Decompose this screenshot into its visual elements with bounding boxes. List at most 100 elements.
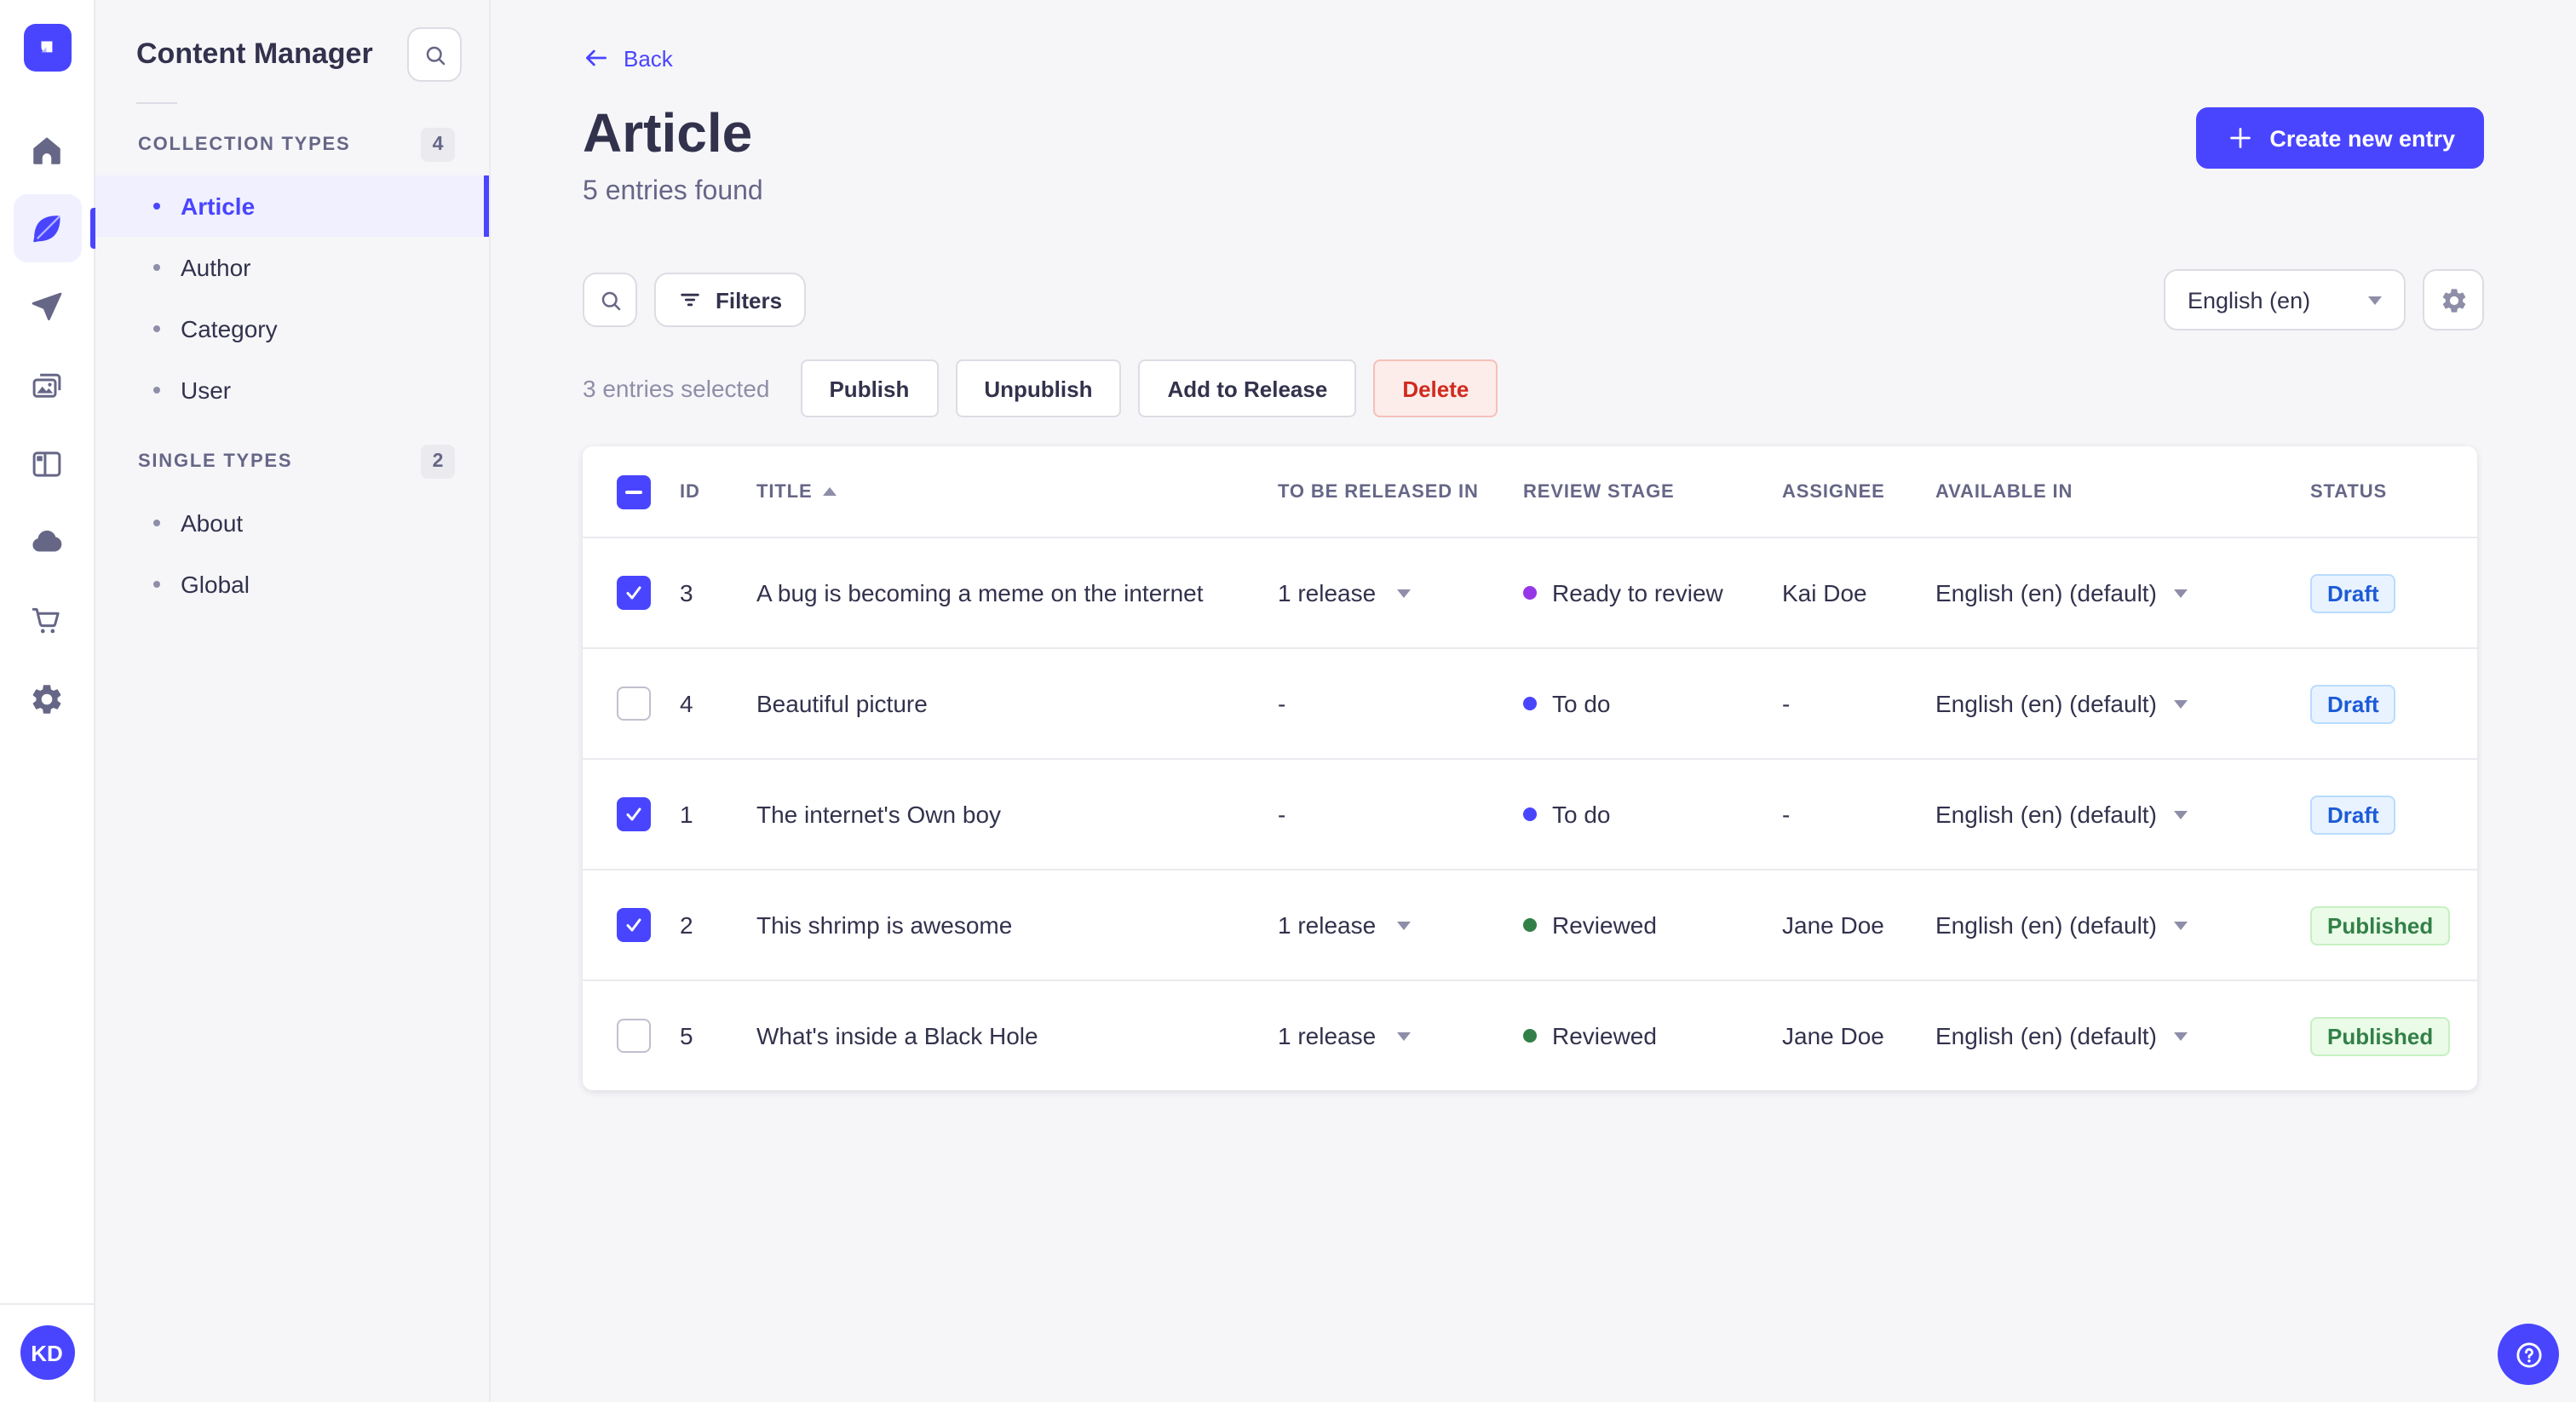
shopping-cart-icon (32, 606, 60, 633)
strapi-logo-icon (40, 41, 52, 53)
cell-title: The internet's Own boy (756, 801, 1002, 828)
cell-id: 3 (680, 579, 693, 606)
column-header-assignee[interactable]: ASSIGNEE (1782, 481, 1935, 502)
nav-deploy[interactable] (13, 508, 81, 576)
locale-label: English (en) (default) (1935, 579, 2157, 606)
column-header-review-stage[interactable]: REVIEW STAGE (1523, 481, 1782, 502)
nav-marketplace[interactable] (13, 586, 81, 654)
section-head: COLLECTION TYPES 4 (95, 114, 489, 175)
locale-select[interactable]: English (en) (2164, 269, 2406, 330)
chevron-down-icon (2368, 296, 2382, 304)
list-search-button[interactable] (583, 273, 637, 327)
select-all-checkbox[interactable] (617, 474, 651, 509)
locale-selected-value: English (en) (2188, 287, 2311, 313)
nav-item-label: About (181, 509, 244, 537)
locale-label: English (en) (default) (1935, 911, 2157, 939)
locale-dropdown[interactable]: English (en) (default) (1935, 579, 2310, 606)
create-new-entry-button[interactable]: Create new entry (2196, 107, 2484, 169)
locale-label: English (en) (default) (1935, 1022, 2157, 1049)
nav-item-label: Global (181, 571, 250, 598)
nav-media-library[interactable] (13, 351, 81, 419)
filter-icon (681, 293, 699, 307)
row-checkbox[interactable] (617, 1019, 651, 1053)
nav-content-manager[interactable] (13, 194, 95, 262)
subnav-item-article[interactable]: Article (95, 175, 489, 237)
release-dropdown[interactable]: 1 release (1278, 1022, 1523, 1049)
view-settings-button[interactable] (2423, 269, 2484, 330)
toolbar: Filters English (en) (583, 269, 2484, 330)
nav-home[interactable] (13, 116, 81, 184)
gear-icon (2441, 288, 2465, 312)
help-button[interactable] (2498, 1324, 2559, 1385)
section-count-badge: 2 (421, 445, 455, 479)
nav-item-label: Category (181, 315, 278, 342)
table-row[interactable]: 2 This shrimp is awesome 1 release Revie… (583, 869, 2477, 980)
arrow-left-icon (586, 49, 607, 66)
locale-dropdown[interactable]: English (en) (default) (1935, 911, 2310, 939)
release-label: - (1278, 690, 1286, 717)
subnav-search-button[interactable] (407, 27, 462, 82)
table-row[interactable]: 3 A bug is becoming a meme on the intern… (583, 537, 2477, 647)
locale-dropdown[interactable]: English (en) (default) (1935, 690, 2310, 717)
cell-assignee: - (1782, 690, 1791, 717)
entries-count: 5 entries found (583, 177, 763, 206)
entries-table: ID TITLE TO BE RELEASED IN REVIEW STAGE ASSI… (583, 446, 2477, 1090)
rail-nav (13, 116, 95, 733)
row-checkbox[interactable] (617, 576, 651, 610)
release-label: - (1278, 801, 1286, 828)
search-icon (601, 290, 620, 310)
release-caret-icon (1396, 1031, 1411, 1040)
stage-label: To do (1552, 690, 1611, 717)
release-label: 1 release (1278, 1022, 1377, 1049)
gear-icon (32, 684, 61, 713)
bullet-icon (153, 520, 160, 526)
locale-label: English (en) (default) (1935, 690, 2157, 717)
user-avatar[interactable]: KD (20, 1325, 74, 1380)
column-header-status[interactable]: STATUS (2310, 481, 2477, 502)
subnav-item-user[interactable]: User (95, 359, 489, 421)
subnav-item-author[interactable]: Author (95, 237, 489, 298)
stage-label: Reviewed (1552, 1022, 1657, 1049)
subnav-item-category[interactable]: Category (95, 298, 489, 359)
row-checkbox[interactable] (617, 687, 651, 721)
subnav-title: Content Manager (136, 37, 373, 70)
page-title: Article (583, 102, 753, 164)
locale-dropdown[interactable]: English (en) (default) (1935, 1022, 2310, 1049)
release-dropdown[interactable]: 1 release (1278, 579, 1523, 606)
release-dropdown[interactable]: 1 release (1278, 911, 1523, 939)
column-header-to-be-released-in[interactable]: TO BE RELEASED IN (1278, 481, 1523, 502)
subnav-item-about[interactable]: About (95, 492, 489, 554)
nav-content-type-builder[interactable] (13, 429, 81, 497)
nav-releases[interactable] (13, 273, 81, 341)
cell-title: A bug is becoming a meme on the internet (756, 579, 1204, 606)
paper-plane-icon (32, 291, 62, 320)
column-header-title[interactable]: TITLE (756, 481, 1278, 502)
cell-id: 5 (680, 1022, 693, 1049)
bullet-icon (153, 203, 160, 210)
column-header-available-in[interactable]: AVAILABLE IN (1935, 481, 2310, 502)
add-to-release-button[interactable]: Add to Release (1138, 359, 1357, 417)
row-checkbox[interactable] (617, 797, 651, 831)
table-row[interactable]: 4 Beautiful picture - To do - English (e… (583, 647, 2477, 758)
subnav-sections: COLLECTION TYPES 4 Article Author Catego… (95, 114, 489, 615)
filters-button[interactable]: Filters (654, 273, 807, 327)
bullet-icon (153, 581, 160, 588)
publish-button[interactable]: Publish (800, 359, 939, 417)
column-header-id[interactable]: ID (680, 481, 756, 502)
table-row[interactable]: 5 What's inside a Black Hole 1 release R… (583, 980, 2477, 1090)
stage-dot-icon (1523, 697, 1537, 710)
cell-title: What's inside a Black Hole (756, 1022, 1038, 1049)
subnav-item-global[interactable]: Global (95, 554, 489, 615)
delete-button[interactable]: Delete (1373, 359, 1498, 417)
unpublish-button[interactable]: Unpublish (955, 359, 1122, 417)
subnav-divider (136, 102, 177, 104)
nav-settings[interactable] (13, 664, 81, 733)
search-icon (425, 45, 445, 65)
bullet-icon (153, 325, 160, 332)
locale-dropdown[interactable]: English (en) (default) (1935, 801, 2310, 828)
back-link[interactable]: Back (583, 44, 673, 72)
cell-assignee: Jane Doe (1782, 1022, 1884, 1049)
table-row[interactable]: 1 The internet's Own boy - To do - Engli… (583, 758, 2477, 869)
status-badge: Draft (2310, 684, 2396, 723)
row-checkbox[interactable] (617, 908, 651, 942)
